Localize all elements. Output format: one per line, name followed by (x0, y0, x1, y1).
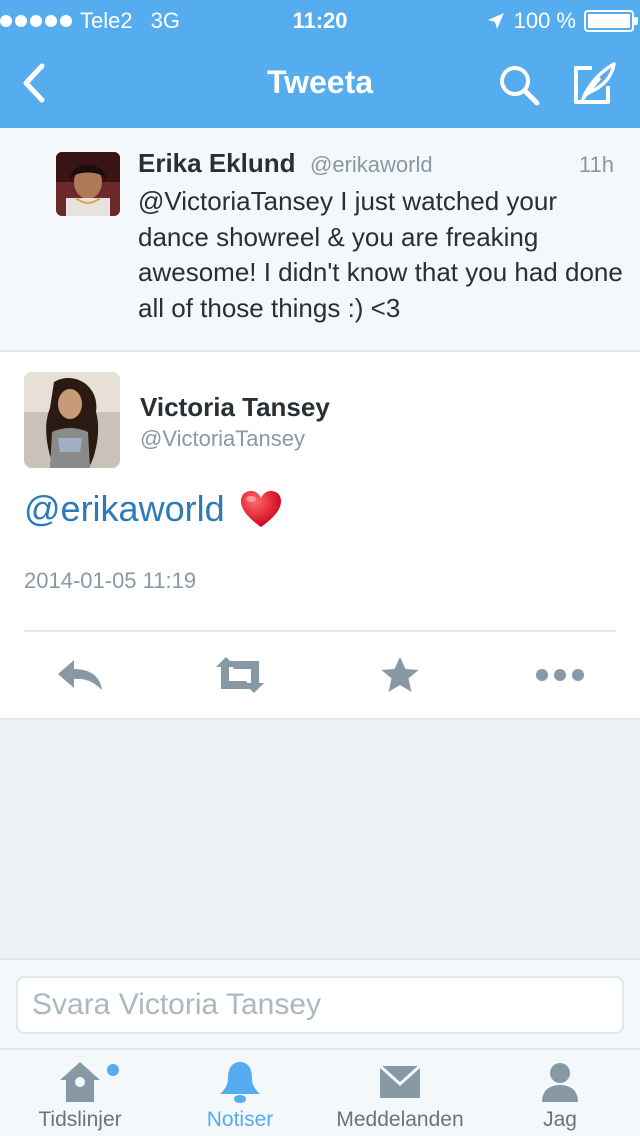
location-arrow-icon (487, 13, 504, 29)
timeline-badge-dot (107, 1064, 119, 1076)
envelope-icon (378, 1064, 422, 1098)
tab-label: Tidslinjer (38, 1108, 122, 1131)
tab-label: Meddelanden (336, 1108, 464, 1131)
battery-percent: 100 % (513, 8, 576, 33)
battery-icon (584, 10, 638, 32)
search-icon[interactable] (496, 62, 542, 108)
tweet-body: @erikaworld (24, 488, 283, 530)
avatar-victoria[interactable] (24, 372, 120, 468)
battery-level (588, 14, 630, 28)
status-right: 100 % (486, 8, 638, 34)
status-bar: Tele2 3G 11:20 100 % (0, 0, 640, 40)
focus-tweet: Victoria Tansey @VictoriaTansey @erikawo… (0, 352, 640, 720)
reply-icon (58, 660, 102, 690)
more-icon (536, 669, 584, 681)
author-handle[interactable]: @VictoriaTansey (140, 426, 305, 452)
tab-messages[interactable]: Meddelanden (320, 1050, 480, 1136)
tab-label: Notiser (206, 1108, 274, 1131)
avatar-image (24, 372, 120, 468)
heart-icon (240, 491, 281, 527)
reply-button[interactable] (50, 652, 110, 698)
retweet-icon (216, 657, 264, 693)
tweet-timestamp: 2014-01-05 11:19 (24, 568, 197, 593)
tab-bar: Tidslinjer Notiser Meddelanden Jag (0, 1048, 640, 1136)
retweet-button[interactable] (210, 652, 270, 698)
favorite-button[interactable] (370, 652, 430, 698)
home-icon (60, 1062, 100, 1102)
avatar-image (56, 152, 120, 216)
avatar-erika[interactable] (56, 152, 120, 216)
original-tweet[interactable]: Erika Eklund @erikaworld 11h @VictoriaTa… (0, 128, 640, 352)
mention-link[interactable]: @erikaworld (24, 488, 225, 530)
author-name[interactable]: Erika Eklund (138, 148, 296, 179)
tab-me[interactable]: Jag (480, 1050, 640, 1136)
reply-bar (0, 958, 640, 1048)
tab-timelines[interactable]: Tidslinjer (0, 1050, 160, 1136)
tab-label: Jag (543, 1108, 577, 1131)
app-header: Tele2 3G 11:20 100 % Tweeta (0, 0, 640, 128)
author-handle[interactable]: @erikaworld (310, 152, 433, 178)
bell-icon (220, 1062, 260, 1103)
reply-input[interactable] (16, 976, 624, 1034)
page-title: Tweeta (266, 64, 374, 100)
tab-notifications[interactable]: Notiser (160, 1050, 320, 1136)
tweet-time: 11h (578, 152, 614, 177)
compose-icon[interactable] (570, 60, 618, 108)
divider (24, 630, 616, 632)
more-button[interactable] (530, 652, 590, 698)
favorite-icon (381, 657, 419, 692)
author-name[interactable]: Victoria Tansey (140, 392, 330, 423)
person-icon (542, 1063, 578, 1102)
tweet-text: @VictoriaTansey I just watched your danc… (138, 186, 623, 323)
